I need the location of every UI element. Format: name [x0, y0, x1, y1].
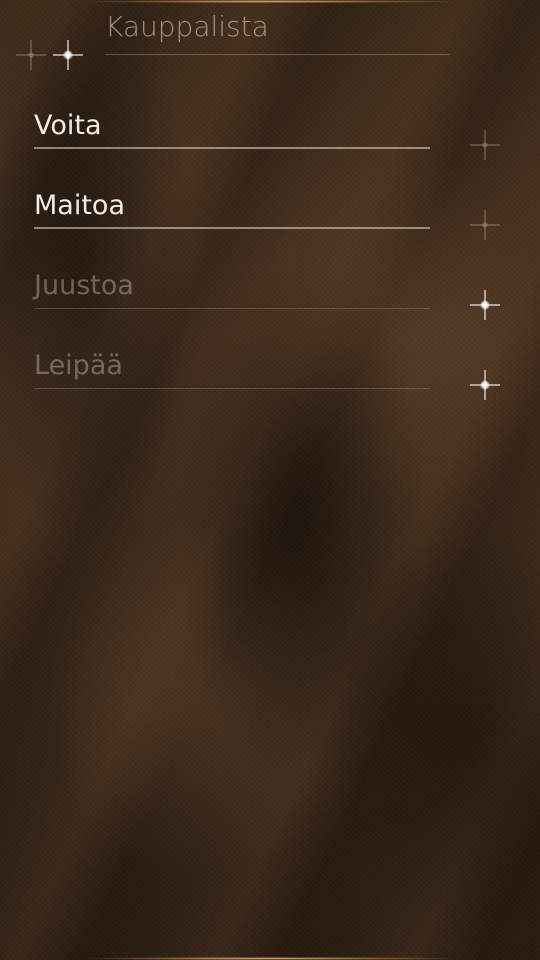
list-item-underline — [34, 308, 430, 309]
list-item-label: Voita — [34, 110, 102, 141]
pulley-menu-icon[interactable] — [53, 40, 83, 70]
page-title: Kauppalista — [105, 10, 269, 43]
list-item-underline — [34, 147, 430, 149]
pulley-indicator-dim-icon — [16, 40, 46, 70]
list-item-underline — [34, 227, 430, 229]
item-unchecked-icon[interactable] — [470, 210, 500, 240]
item-checked-icon[interactable] — [470, 370, 500, 400]
list-item-underline — [34, 388, 430, 389]
list-item-label: Juustoa — [34, 270, 134, 301]
item-checked-icon[interactable] — [470, 290, 500, 320]
list-item-label: Leipää — [34, 350, 123, 381]
item-unchecked-icon[interactable] — [470, 130, 500, 160]
list-item-label: Maitoa — [34, 190, 125, 221]
list-item[interactable]: Juustoa — [34, 269, 430, 309]
page-header: Kauppalista — [105, 10, 450, 55]
top-glow — [80, 0, 460, 3]
app-screen: Kauppalista Voita Maitoa Juustoa Leipää — [0, 0, 540, 960]
list-item[interactable]: Leipää — [34, 349, 430, 389]
list-item[interactable]: Voita — [34, 109, 430, 149]
list-item[interactable]: Maitoa — [34, 189, 430, 229]
